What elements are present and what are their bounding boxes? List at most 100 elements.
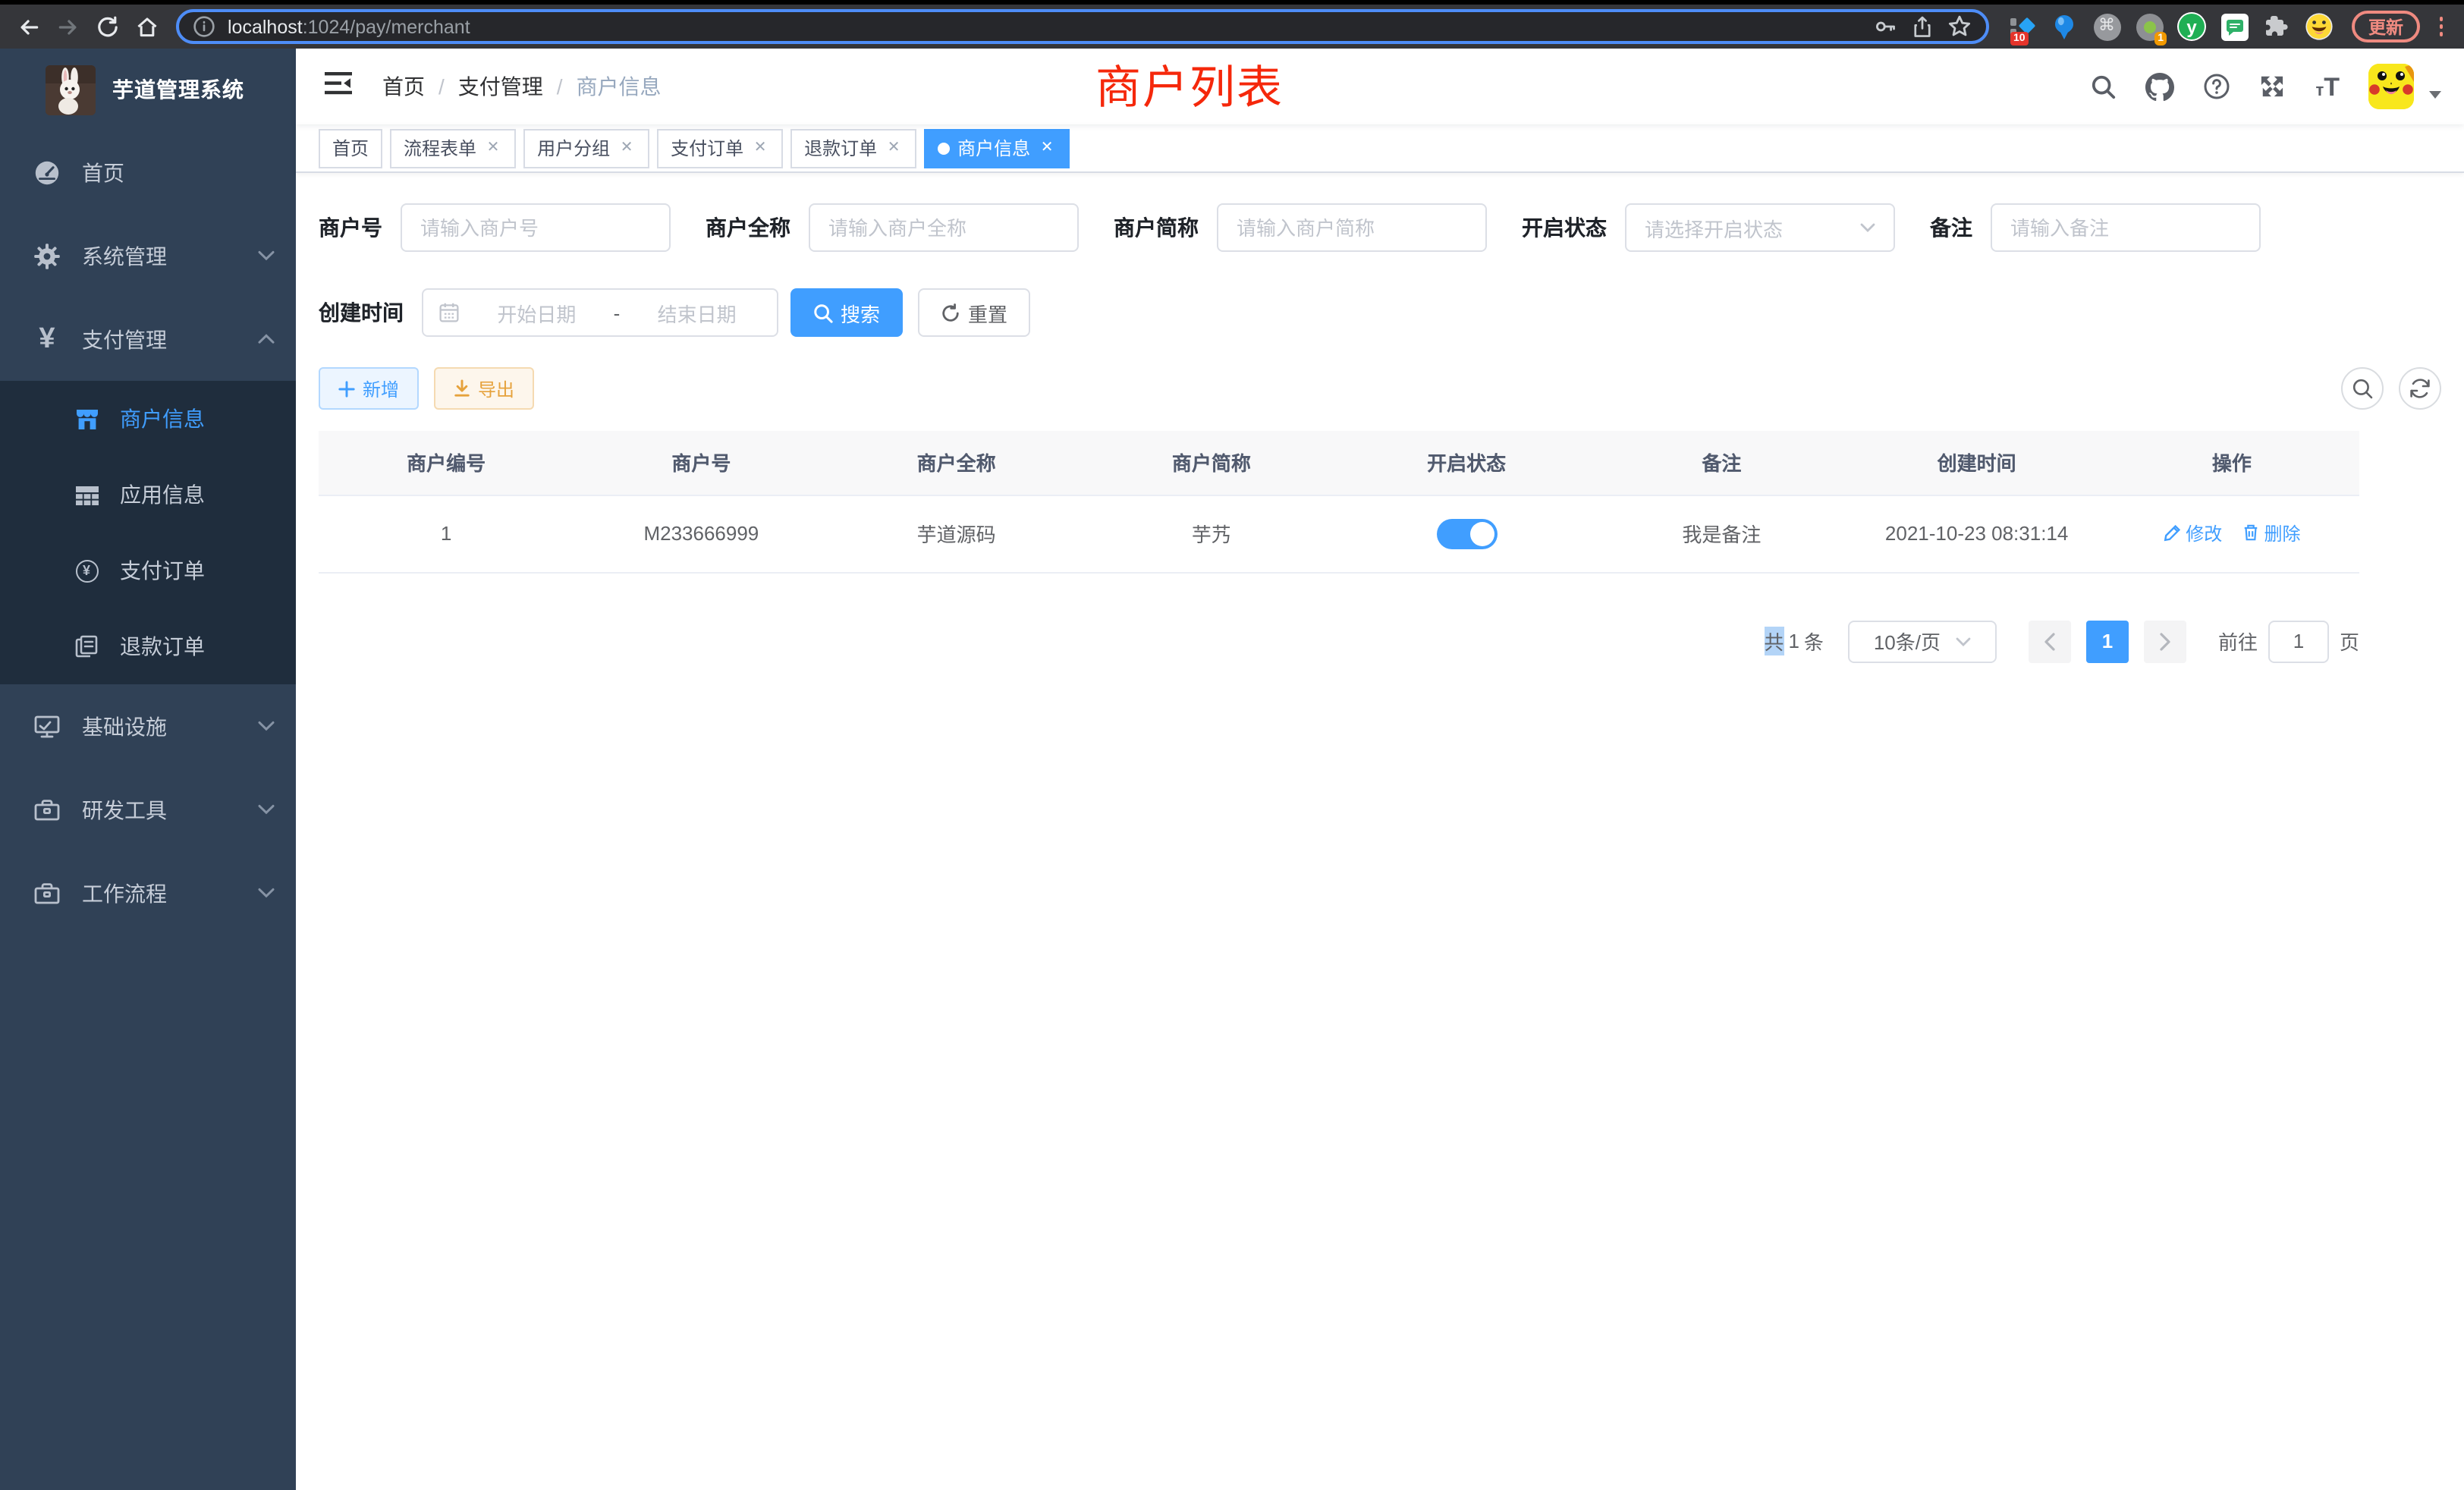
breadcrumb-home[interactable]: 首页: [382, 71, 425, 102]
extension-y-icon[interactable]: y: [2177, 12, 2206, 41]
sidebar-item-infrastructure[interactable]: 基础设施: [0, 684, 296, 768]
active-dot: [938, 142, 950, 154]
payment-submenu: 商户信息 应用信息 ¥ 支付订单 退款订单: [0, 381, 296, 684]
extension-pin-icon[interactable]: [2050, 12, 2079, 41]
browser-reload-icon[interactable]: [91, 10, 124, 43]
url-text: localhost:1024/pay/merchant: [228, 16, 1860, 37]
trash-icon: [2243, 524, 2260, 542]
page-size-select[interactable]: 10条/页: [1848, 620, 1997, 662]
sidebar-logo[interactable]: 芋道管理系统: [0, 49, 296, 130]
sidebar-item-label: 基础设施: [82, 711, 258, 741]
sidebar-item-workflow[interactable]: 工作流程: [0, 851, 296, 935]
sidebar-item-system[interactable]: 系统管理: [0, 214, 296, 297]
tab-merchant-info[interactable]: 商户信息 ✕: [924, 128, 1070, 168]
chevron-left-icon: [2044, 632, 2056, 650]
help-icon[interactable]: [2203, 73, 2230, 100]
extension-recorder-icon[interactable]: 1: [2135, 12, 2164, 41]
extension-command-icon[interactable]: ⌘: [2092, 12, 2121, 41]
chrome-menu-icon[interactable]: [2431, 17, 2452, 36]
hide-search-button[interactable]: [2341, 367, 2384, 410]
refresh-icon: [941, 303, 960, 322]
browser-forward-icon[interactable]: [52, 10, 85, 43]
chevron-down-icon: [258, 250, 275, 261]
user-avatar[interactable]: [2368, 64, 2414, 109]
merchant-fullname-input[interactable]: [809, 203, 1079, 252]
store-icon: [71, 406, 102, 432]
sidebar-item-merchant-info[interactable]: 商户信息: [0, 381, 296, 457]
tab-pay-order[interactable]: 支付订单 ✕: [657, 128, 783, 168]
tab-label: 退款订单: [804, 135, 877, 161]
export-button[interactable]: 导出: [434, 367, 534, 410]
address-bar[interactable]: localhost:1024/pay/merchant: [176, 9, 1989, 44]
cell-actions: 修改 删除: [2104, 495, 2359, 572]
fullscreen-icon[interactable]: [2259, 73, 2286, 100]
extension-devtools-icon[interactable]: 10: [2007, 12, 2036, 41]
tab-user-group[interactable]: 用户分组✕: [523, 128, 649, 168]
sidebar-item-home[interactable]: 首页: [0, 130, 296, 214]
close-icon[interactable]: ✕: [618, 139, 636, 157]
goto-page-input[interactable]: [2268, 620, 2329, 662]
site-info-icon[interactable]: [193, 15, 215, 38]
extension-chat-icon[interactable]: [2220, 12, 2249, 41]
sidebar-item-label: 支付订单: [120, 555, 275, 586]
merchant-shortname-input[interactable]: [1217, 203, 1487, 252]
browser-back-icon[interactable]: [12, 10, 46, 43]
bookmark-star-icon[interactable]: [1947, 14, 1972, 39]
close-icon[interactable]: ✕: [1038, 139, 1056, 157]
tab-process-form[interactable]: 流程表单✕: [390, 128, 516, 168]
sidebar-item-payment[interactable]: ¥ 支付管理: [0, 297, 296, 381]
navbar-actions: тT: [2091, 64, 2441, 109]
reset-button[interactable]: 重置: [918, 288, 1030, 337]
cell-full-name: 芋道源码: [829, 495, 1084, 572]
sidebar-item-refund-order[interactable]: 退款订单: [0, 608, 296, 684]
extensions-puzzle-icon[interactable]: [2262, 12, 2291, 41]
font-size-icon[interactable]: тT: [2315, 74, 2340, 99]
monitor-chart-icon: [32, 712, 62, 740]
prev-page-button[interactable]: [2029, 620, 2071, 662]
main-area: 首页 / 支付管理 / 商户信息: [296, 49, 2464, 1490]
tab-refund-order[interactable]: 退款订单 ✕: [790, 128, 916, 168]
refresh-icon: [2409, 378, 2431, 399]
chevron-up-icon: [258, 334, 275, 344]
next-page-button[interactable]: [2144, 620, 2186, 662]
extensions-row: 10 ⌘ 1 y: [2007, 12, 2334, 41]
status-select[interactable]: 请选择开启状态: [1625, 203, 1895, 252]
remark-input[interactable]: [1991, 203, 2261, 252]
create-time-range-picker[interactable]: 开始日期 - 结束日期: [422, 288, 778, 337]
sidebar-item-label: 商户信息: [120, 404, 275, 434]
add-button[interactable]: 新增: [319, 367, 419, 410]
close-icon[interactable]: ✕: [484, 139, 502, 157]
delete-link[interactable]: 删除: [2243, 520, 2301, 546]
dashboard-icon: [32, 159, 62, 186]
share-icon[interactable]: [1910, 14, 1934, 39]
sidebar-item-pay-order[interactable]: ¥ 支付订单: [0, 533, 296, 608]
avatar-dropdown-caret[interactable]: [2429, 90, 2441, 98]
close-icon[interactable]: ✕: [751, 139, 769, 157]
sidebar-item-dev-tools[interactable]: 研发工具: [0, 768, 296, 851]
tab-label: 支付订单: [671, 135, 743, 161]
search-button[interactable]: 搜索: [790, 288, 903, 337]
tab-home[interactable]: 首页: [319, 128, 382, 168]
date-separator: -: [614, 301, 621, 324]
breadcrumb-payment[interactable]: 支付管理: [458, 71, 543, 102]
browser-home-icon[interactable]: [130, 10, 164, 43]
chevron-down-icon: [258, 804, 275, 815]
password-key-icon[interactable]: [1872, 14, 1898, 39]
extension-emoji-icon[interactable]: [2305, 12, 2334, 41]
status-toggle[interactable]: [1436, 518, 1497, 549]
sidebar-item-app-info[interactable]: 应用信息: [0, 457, 296, 533]
edit-link[interactable]: 修改: [2163, 520, 2222, 546]
merchant-no-input[interactable]: [401, 203, 671, 252]
sidebar-collapse-icon[interactable]: [319, 64, 358, 108]
sidebar-item-label: 支付管理: [82, 324, 258, 354]
github-icon[interactable]: [2145, 72, 2174, 101]
refresh-table-button[interactable]: [2399, 367, 2441, 410]
col-create-time: 创建时间: [1850, 431, 2104, 495]
grid-icon: [71, 482, 102, 508]
page-number-1[interactable]: 1: [2086, 620, 2129, 662]
tab-label: 商户信息: [957, 135, 1030, 161]
search-icon[interactable]: [2091, 74, 2117, 99]
chrome-update-button[interactable]: 更新: [2352, 11, 2420, 42]
breadcrumb: 首页 / 支付管理 / 商户信息: [382, 71, 662, 102]
close-icon[interactable]: ✕: [885, 139, 903, 157]
